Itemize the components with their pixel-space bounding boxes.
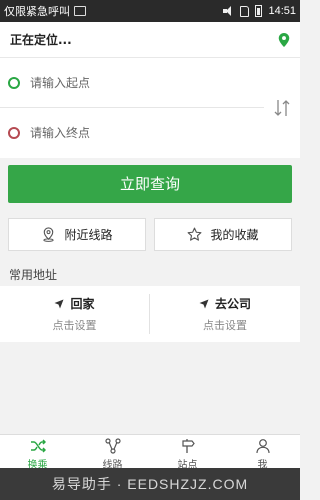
work-label: 去公司 — [214, 297, 251, 311]
start-dot-icon — [8, 76, 20, 89]
quick-actions: 附近线路 我的收藏 — [8, 218, 292, 251]
nearby-routes-button[interactable]: 附近线路 — [8, 218, 146, 251]
home-sub: 点击设置 — [52, 319, 97, 332]
swap-icon[interactable] — [274, 98, 290, 118]
route-input-card — [0, 58, 300, 158]
battery-icon — [255, 5, 263, 17]
location-bar[interactable]: 正在定位... — [0, 22, 300, 58]
location-pin-icon[interactable] — [278, 32, 290, 47]
carrier-text: 仅限紧急呼叫 — [4, 5, 70, 18]
end-input[interactable] — [30, 126, 250, 140]
favorites-label: 我的收藏 — [210, 228, 259, 242]
start-input[interactable] — [30, 75, 250, 90]
work-address[interactable]: 去公司 点击设置 — [150, 286, 300, 342]
common-address-card: 回家 点击设置 去公司 点击设置 — [0, 286, 300, 342]
station-sign-icon — [181, 439, 195, 453]
star-icon — [188, 227, 202, 241]
route-icon — [104, 438, 121, 454]
status-right: 14:51 — [223, 5, 296, 17]
screenshot-icon — [74, 6, 86, 16]
navigation-arrow-icon — [199, 299, 209, 308]
query-button[interactable]: 立即查询 — [8, 165, 292, 203]
status-left: 仅限紧急呼叫 — [4, 3, 86, 19]
home-label: 回家 — [70, 297, 95, 311]
end-row[interactable] — [0, 108, 264, 158]
start-row[interactable] — [0, 58, 264, 108]
location-status: 正在定位... — [10, 33, 72, 47]
home-label-row: 回家 — [54, 295, 95, 312]
person-icon — [255, 439, 270, 454]
nearby-routes-label: 附近线路 — [64, 228, 113, 242]
end-dot-icon — [8, 127, 20, 139]
watermark: 易导助手 · EEDSHZJZ.COM — [0, 468, 300, 500]
sim-card-icon — [240, 5, 250, 17]
location-marker-icon — [43, 227, 55, 242]
clock: 14:51 — [268, 5, 296, 17]
favorites-button[interactable]: 我的收藏 — [154, 218, 292, 251]
common-address-title: 常用地址 — [9, 268, 58, 282]
status-bar: 仅限紧急呼叫 14:51 — [0, 0, 300, 22]
mute-icon — [223, 6, 234, 16]
transfer-icon — [30, 439, 46, 453]
navigation-arrow-icon — [54, 299, 64, 308]
work-label-row: 去公司 — [199, 295, 251, 312]
work-sub: 点击设置 — [203, 319, 247, 332]
home-address[interactable]: 回家 点击设置 — [0, 294, 150, 334]
